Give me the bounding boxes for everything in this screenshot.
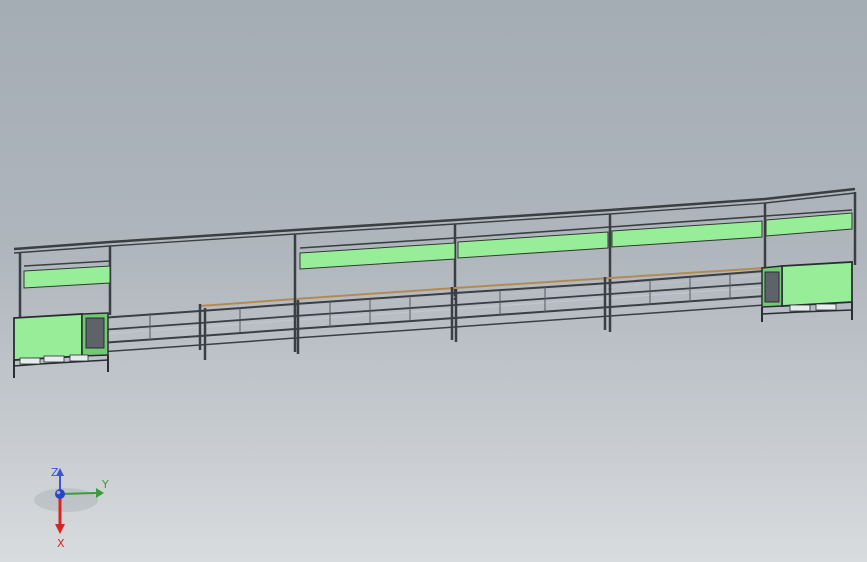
panel-strip-4 [765, 212, 853, 237]
right-control-cabinet[interactable] [761, 261, 853, 322]
triad-origin [55, 489, 65, 499]
axis-triad: Z Y X [34, 466, 109, 550]
x-axis-arrow [55, 524, 65, 534]
conveyor-assembly-model[interactable] [0, 0, 867, 562]
triad-shadow [34, 488, 98, 512]
cad-viewport[interactable]: Z Y X [0, 0, 867, 562]
z-axis-label: Z [51, 466, 59, 479]
left-control-cabinet[interactable] [13, 312, 109, 378]
x-axis-label: X [57, 537, 65, 550]
panel-left-strip [23, 265, 111, 289]
y-axis-line [59, 492, 97, 495]
y-axis-label: Y [101, 478, 109, 491]
